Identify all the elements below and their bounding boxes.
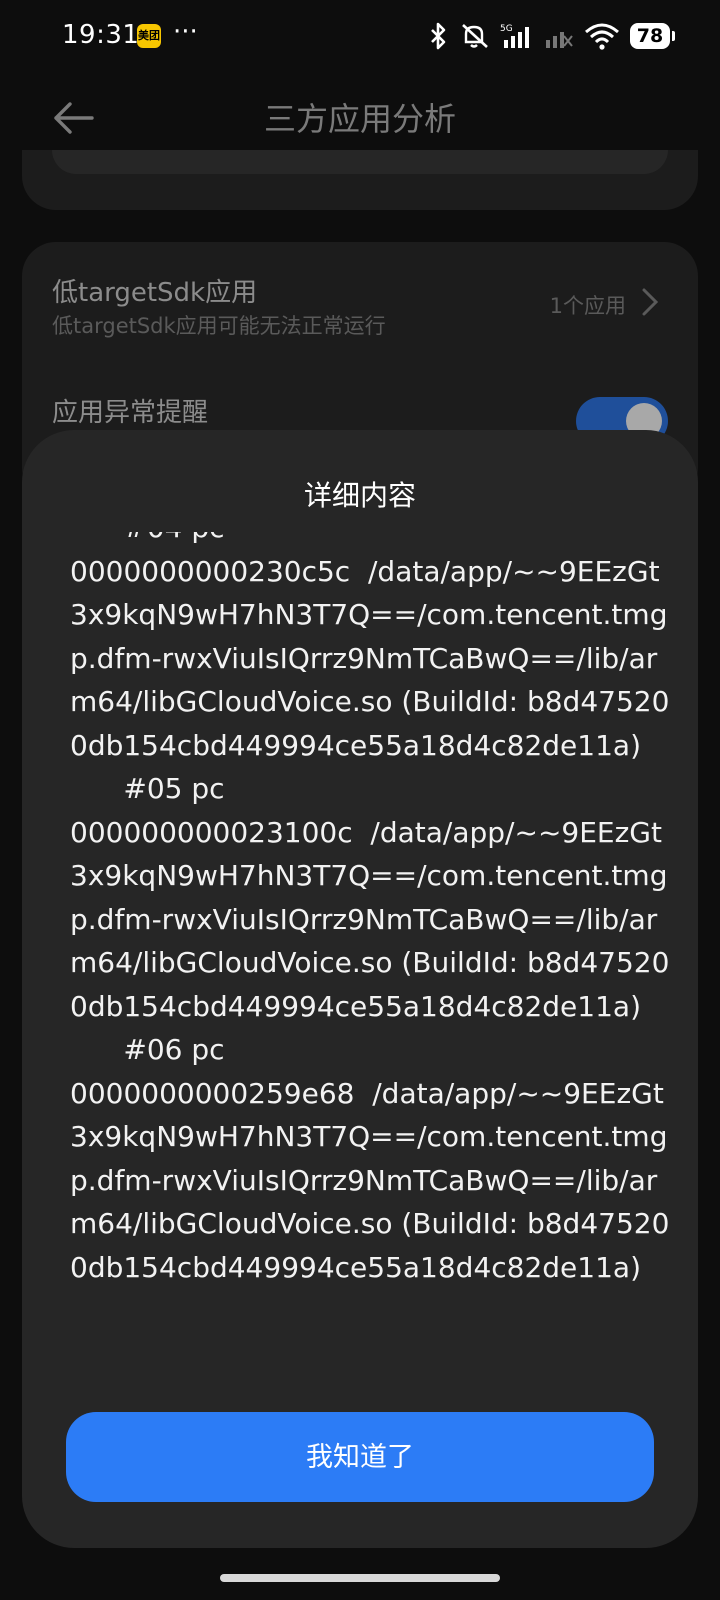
signal-5g-icon: 5G <box>500 22 534 50</box>
page-title: 三方应用分析 <box>263 100 456 138</box>
confirm-button[interactable]: 我知道了 <box>66 1412 654 1502</box>
home-indicator[interactable] <box>220 1574 500 1582</box>
status-icons: 5G 78 <box>428 22 675 50</box>
bluetooth-icon <box>428 22 450 50</box>
detail-scroll-area[interactable]: #04 pc 0000000000230c5c /data/app/~~9EEz… <box>70 532 670 1392</box>
wifi-icon <box>584 22 620 50</box>
battery-icon: 78 <box>630 23 675 49</box>
previous-card-inner <box>52 150 668 174</box>
mute-bell-icon <box>460 22 490 50</box>
detail-dialog: 详细内容 #04 pc 0000000000230c5c /data/app/~… <box>22 430 698 1548</box>
dialog-title: 详细内容 <box>303 479 416 512</box>
low-targetsdk-subtitle: 低targetSdk应用可能无法正常运行 <box>52 314 386 338</box>
signal-weak-icon <box>544 22 574 50</box>
low-targetsdk-title: 低targetSdk应用 <box>52 278 258 308</box>
status-time: 19:31 <box>62 20 140 50</box>
chevron-right-icon <box>642 288 659 316</box>
app-header: 三方应用分析 <box>0 72 720 162</box>
meituan-app-icon: 美团 <box>137 24 161 48</box>
app-alert-title: 应用异常提醒 <box>52 398 209 428</box>
low-targetsdk-count: 1个应用 <box>549 294 626 318</box>
crash-stack-text: #04 pc 0000000000230c5c /data/app/~~9EEz… <box>70 532 670 1284</box>
svg-text:5G: 5G <box>500 24 513 34</box>
status-bar: 19:31 美团 ··· 5G 78 <box>0 0 720 72</box>
more-notifications-icon: ··· <box>173 17 198 47</box>
